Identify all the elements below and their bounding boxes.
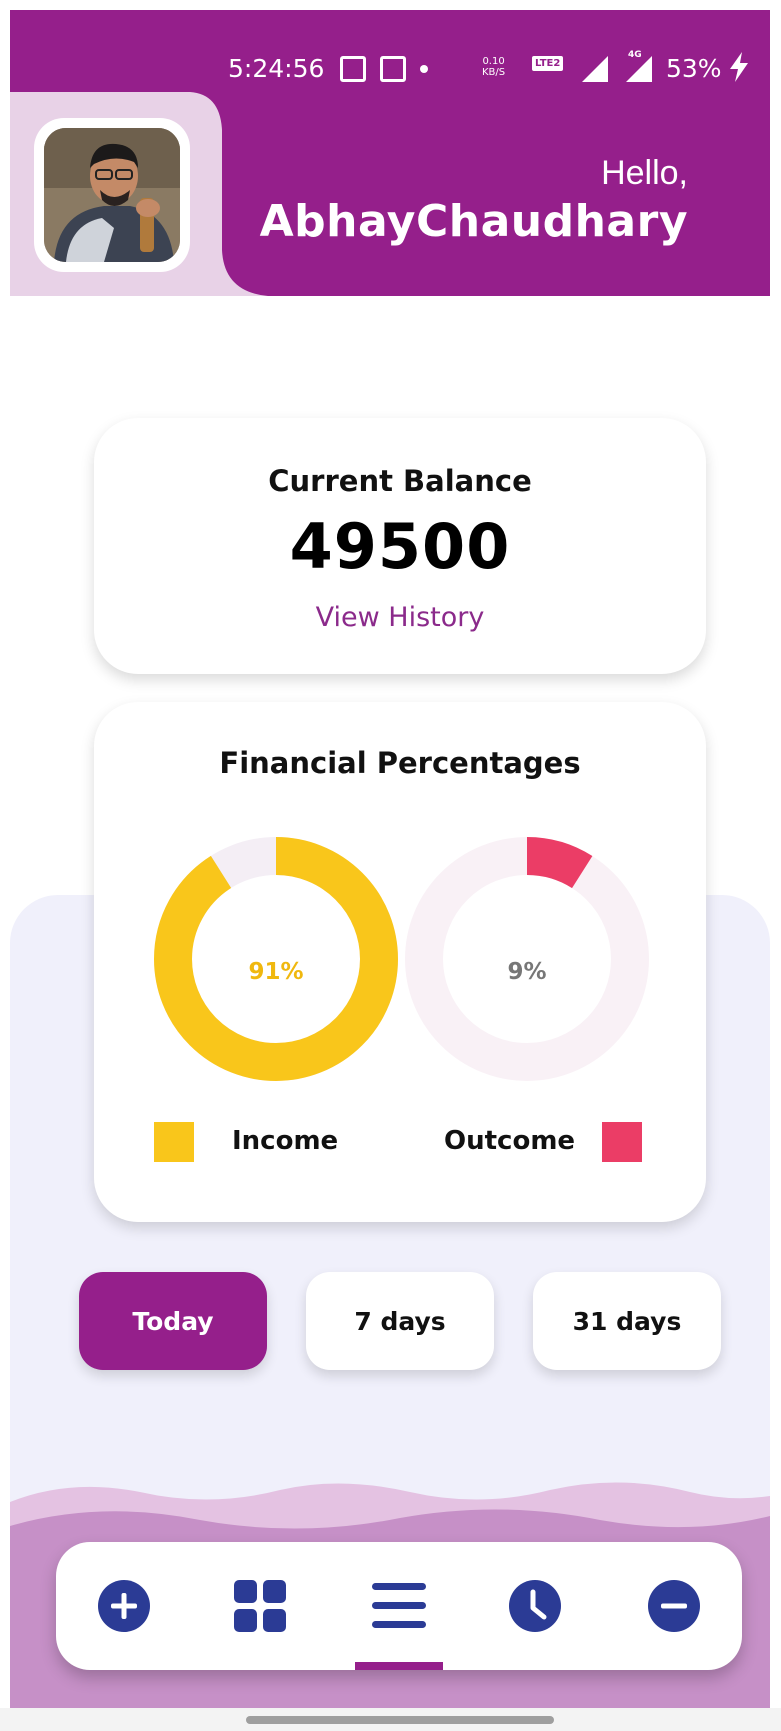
period-today-button[interactable]: Today [79, 1272, 267, 1370]
video-icon [380, 56, 406, 82]
income-legend-label: Income [232, 1126, 339, 1156]
menu-list-icon [372, 1583, 426, 1628]
outcome-legend-label: Outcome [444, 1126, 576, 1156]
home-indicator[interactable] [246, 1716, 554, 1724]
more-notifications-dot-icon [420, 65, 428, 73]
view-history-link[interactable]: View History [94, 602, 706, 633]
bottom-navigation [56, 1542, 742, 1670]
app-screen: 5:24:56 0.10 KB/S LTE2 4G 53% Hello, Abh… [0, 0, 781, 1731]
notification-icons [340, 56, 428, 82]
status-bar: 5:24:56 0.10 KB/S LTE2 4G 53% [10, 46, 770, 96]
outcome-donut-chart: 9% [405, 837, 649, 1081]
period-31-days-button[interactable]: 31 days [533, 1272, 721, 1370]
dashboard-grid-icon [234, 1580, 286, 1632]
header: 5:24:56 0.10 KB/S LTE2 4G 53% Hello, Abh… [10, 10, 770, 296]
battery-percent: 53% [666, 54, 722, 83]
charging-bolt-icon [730, 52, 748, 82]
clock-icon [509, 1580, 561, 1632]
nav-remove[interactable] [644, 1576, 704, 1636]
balance-title: Current Balance [268, 464, 532, 498]
network-speed-value: 0.10 [482, 56, 505, 67]
greeting-text: Hello, [601, 154, 688, 192]
nav-add[interactable] [94, 1576, 154, 1636]
avatar-frame[interactable] [34, 118, 190, 272]
add-icon [98, 1580, 150, 1632]
outcome-legend-swatch [602, 1122, 642, 1162]
outcome-percent-label: 9% [507, 959, 547, 985]
avatar [44, 128, 180, 262]
network-speed: 0.10 KB/S [482, 56, 505, 78]
balance-value: 49500 [289, 510, 511, 583]
status-time: 5:24:56 [228, 54, 325, 83]
income-donut-chart: 91% [154, 837, 398, 1081]
user-name: AbhayChaudhary [259, 196, 688, 247]
income-legend-swatch [154, 1122, 194, 1162]
income-percent-label: 91% [248, 959, 304, 985]
nav-transactions-list[interactable] [369, 1576, 429, 1636]
nav-dashboard[interactable] [230, 1576, 290, 1636]
news-icon [340, 56, 366, 82]
nav-history[interactable] [505, 1576, 565, 1636]
balance-card: Current Balance 49500 View History [94, 418, 706, 674]
avatar-photo [44, 128, 180, 262]
signal-4g-icon [626, 56, 652, 82]
network-speed-unit: KB/S [482, 67, 506, 78]
signal-icon [582, 56, 608, 82]
volte-badge: LTE2 [532, 56, 564, 71]
remove-icon [648, 1580, 700, 1632]
period-7-days-button[interactable]: 7 days [306, 1272, 494, 1370]
nav-selected-indicator [355, 1662, 443, 1670]
financial-percentages-card: Financial Percentages 91% 9% Income Outc… [94, 702, 706, 1222]
financial-title: Financial Percentages [219, 746, 581, 780]
